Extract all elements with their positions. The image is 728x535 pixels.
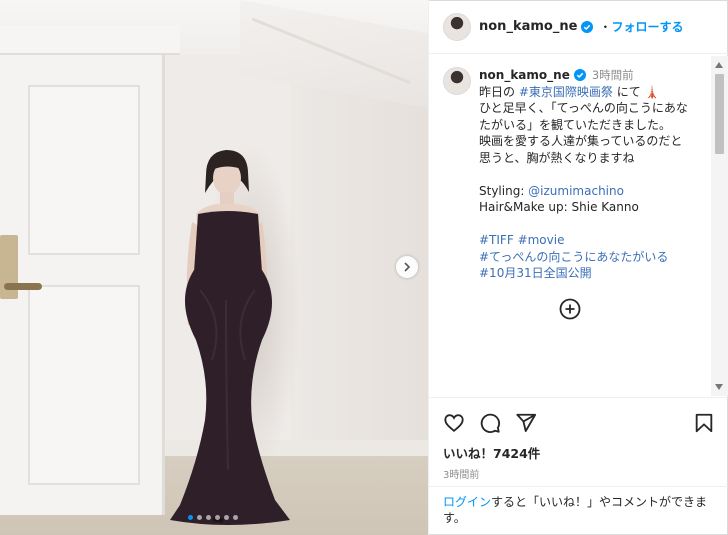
paper-plane-icon[interactable]	[515, 412, 537, 434]
divider	[429, 486, 728, 487]
carousel-dot	[224, 515, 229, 520]
follow-label: フォローする	[611, 20, 684, 34]
carousel-dot	[215, 515, 220, 520]
caption-time: 3時間前	[591, 68, 634, 82]
chevron-right-icon	[404, 262, 411, 272]
caption-line: ひと足早く、「てっぺんの向こうにあな	[479, 101, 688, 115]
post-side-panel: non_kamo_ne ・フォローする non_kamo_ne 3時間前 昨日の…	[428, 0, 728, 535]
carousel-dot	[206, 515, 211, 520]
plus-circle-icon[interactable]	[559, 298, 581, 320]
carousel-dot	[197, 515, 202, 520]
next-photo-button[interactable]	[396, 256, 418, 278]
carousel-dot	[188, 515, 193, 520]
caption-line: #TIFF #movie	[479, 232, 709, 249]
mention-link[interactable]: @izumimachino	[528, 184, 624, 198]
caption-header: non_kamo_ne 3時間前	[479, 67, 709, 84]
caption-text: Styling:	[479, 183, 529, 198]
woman-in-gown	[170, 150, 290, 525]
verified-badge-icon	[581, 20, 594, 33]
follow-separator: ・	[599, 20, 612, 34]
caption-line: たがいる」を観ていただきました。	[479, 117, 672, 132]
avatar[interactable]	[443, 12, 471, 41]
follow-button[interactable]: ・フォローする	[599, 18, 683, 35]
caption-avatar[interactable]	[443, 67, 471, 95]
bookmark-icon[interactable]	[693, 412, 715, 434]
hashtag-link[interactable]: #10月31日全国公開	[479, 265, 709, 282]
header-username[interactable]: non_kamo_ne	[479, 19, 577, 34]
hashtag-link[interactable]: #てっぺんの向こうにあなたがいる	[479, 249, 709, 266]
post-time: 3時間前	[443, 470, 480, 481]
hashtag-link[interactable]: #movie	[518, 233, 565, 247]
carousel-dot	[233, 515, 238, 520]
post-header: non_kamo_ne ・フォローする	[429, 0, 728, 54]
caption-area: non_kamo_ne 3時間前 昨日の #東京国際映画祭 にて 🗼 ひと足早く…	[429, 55, 728, 395]
caption-line: Hair&Make up: Shie Kanno	[479, 200, 639, 214]
hashtag-link[interactable]: #TIFF	[479, 233, 514, 247]
comment-icon[interactable]	[479, 412, 501, 434]
caption-line: 昨日の #東京国際映画祭 にて 🗼	[479, 84, 709, 101]
caption-text: にて 🗼	[612, 84, 660, 99]
login-prompt: ログインすると「いいね！」やコメントができます。	[443, 494, 718, 526]
login-link[interactable]: ログイン	[443, 495, 491, 509]
caption-body: non_kamo_ne 3時間前 昨日の #東京国際映画祭 にて 🗼 ひと足早く…	[479, 67, 709, 282]
scroll-up-arrow[interactable]	[715, 62, 723, 68]
post-photo[interactable]	[0, 0, 428, 535]
caption-username[interactable]: non_kamo_ne	[479, 67, 570, 84]
carousel-indicator	[188, 515, 238, 520]
scroll-down-arrow[interactable]	[715, 384, 723, 390]
verified-badge-icon	[573, 69, 586, 82]
caption: non_kamo_ne 3時間前 昨日の #東京国際映画祭 にて 🗼 ひと足早く…	[429, 55, 728, 282]
caption-line: 思うと、胸が熱くなりますね	[479, 150, 635, 165]
like-count[interactable]: いいね！7424件	[443, 443, 715, 462]
caption-line: Styling: @izumimachino	[479, 183, 709, 200]
heart-icon[interactable]	[443, 412, 465, 434]
scrollbar-thumb[interactable]	[715, 74, 724, 154]
caption-text: 昨日の	[479, 84, 519, 99]
hashtag-link[interactable]: #東京国際映画祭	[519, 85, 613, 99]
caption-scrollbar[interactable]	[711, 56, 728, 396]
action-icons	[443, 410, 715, 436]
caption-line: 映画を愛する人達が集っているのだと	[479, 134, 683, 148]
